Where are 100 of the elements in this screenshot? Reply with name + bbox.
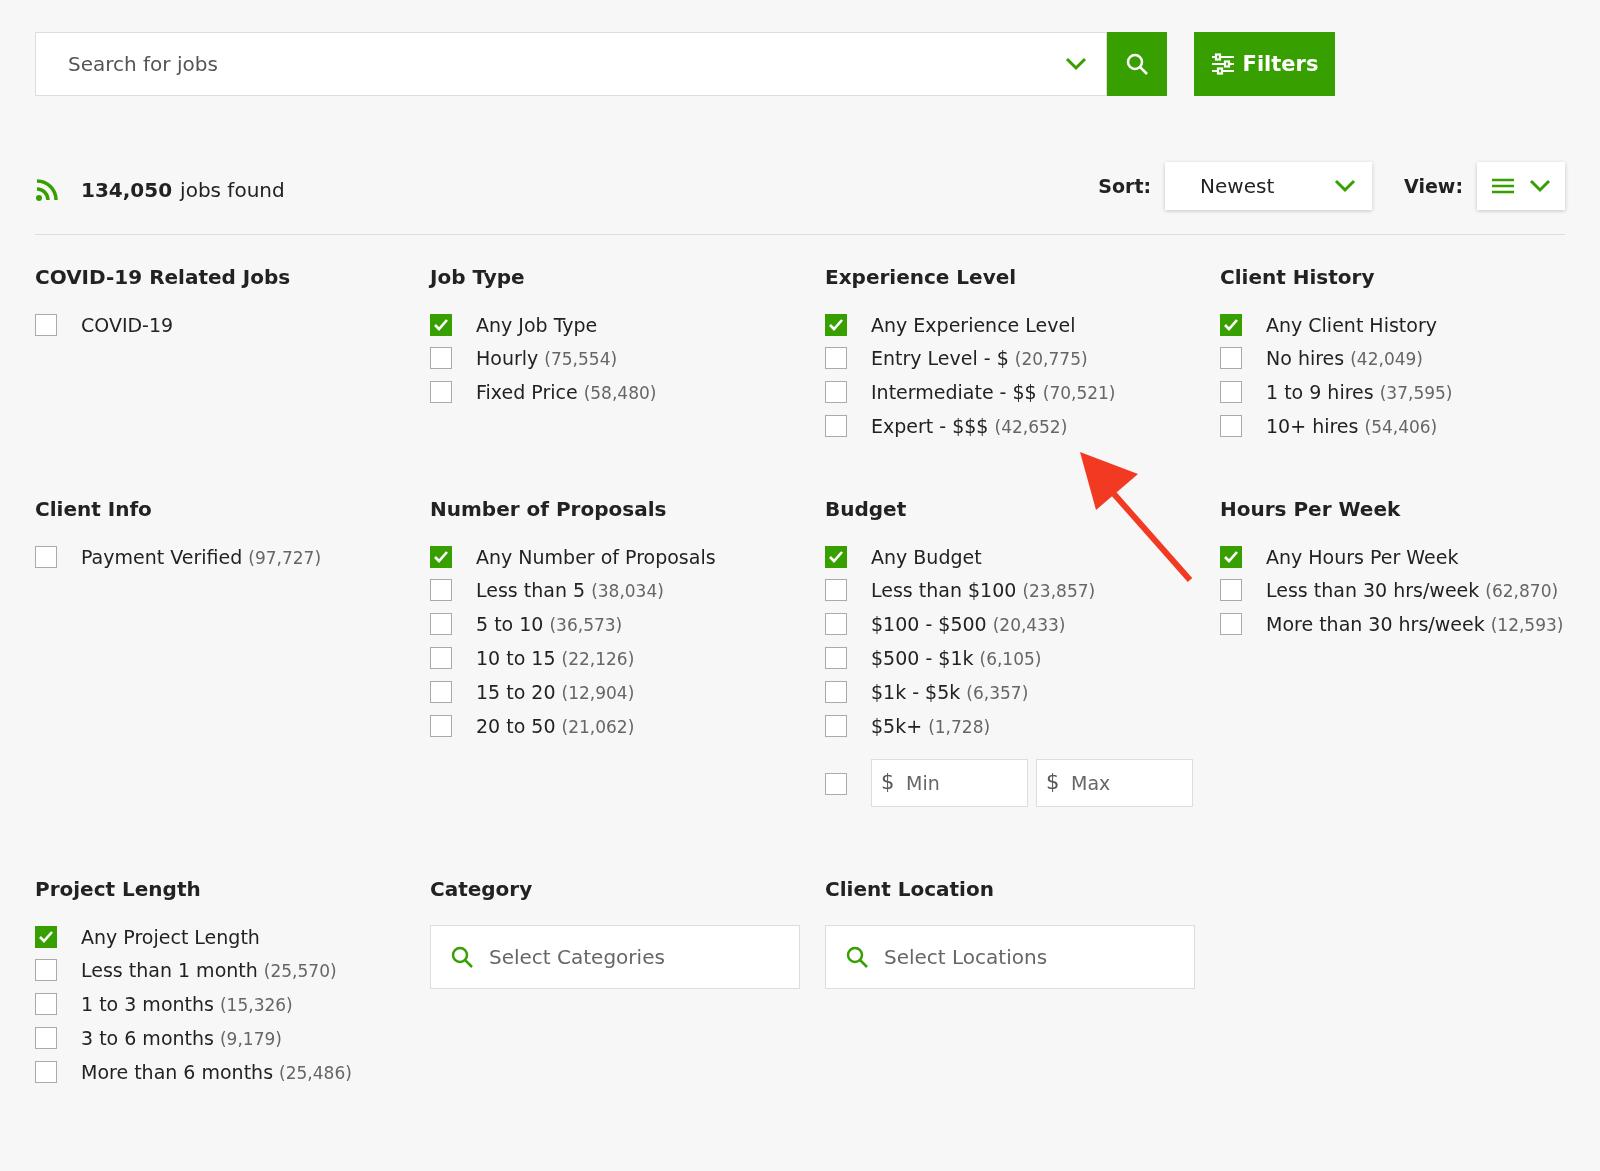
- filter-group-title: Project Length: [35, 877, 202, 901]
- select-field[interactable]: Select Locations: [825, 925, 1195, 989]
- option-label[interactable]: 3 to 6 months (9,179): [81, 1026, 282, 1051]
- checkbox[interactable]: [825, 715, 847, 737]
- search-icon: [1125, 52, 1149, 76]
- checkbox[interactable]: [825, 314, 847, 336]
- checkbox[interactable]: [825, 347, 847, 369]
- option-label[interactable]: Any Project Length: [81, 925, 260, 949]
- option-label[interactable]: No hires (42,049): [1266, 346, 1423, 371]
- option-label[interactable]: Less than $100 (23,857): [871, 578, 1096, 603]
- option-label[interactable]: Any Experience Level: [871, 313, 1076, 337]
- filter-group-title: Job Type: [430, 265, 526, 289]
- option-label[interactable]: Entry Level - $ (20,775): [871, 346, 1088, 371]
- checkbox[interactable]: [1220, 381, 1242, 403]
- checkmark-icon: [433, 550, 449, 564]
- checkbox[interactable]: [1220, 613, 1242, 635]
- checkmark-icon: [828, 318, 844, 332]
- option-label[interactable]: Any Budget: [871, 545, 982, 569]
- option-label[interactable]: Intermediate - $$ (70,521): [871, 380, 1116, 405]
- checkbox[interactable]: [430, 347, 452, 369]
- checkbox[interactable]: [430, 647, 452, 669]
- option-label[interactable]: $500 - $1k (6,105): [871, 646, 1042, 671]
- checkbox[interactable]: [430, 314, 452, 336]
- checkbox[interactable]: [430, 681, 452, 703]
- checkbox[interactable]: [825, 579, 847, 601]
- checkmark-icon: [1223, 318, 1239, 332]
- chevron-down-icon: [1065, 57, 1087, 71]
- rss-icon[interactable]: [35, 178, 59, 202]
- checkbox[interactable]: [35, 926, 57, 948]
- option-label[interactable]: Fixed Price (58,480): [476, 380, 657, 405]
- option-label[interactable]: 1 to 9 hires (37,595): [1266, 380, 1453, 405]
- checkbox[interactable]: [35, 959, 57, 981]
- option-label[interactable]: 10+ hires (54,406): [1266, 414, 1438, 439]
- option-label[interactable]: 15 to 20 (12,904): [476, 680, 635, 705]
- checkmark-icon: [38, 930, 54, 944]
- option-label[interactable]: Any Job Type: [476, 313, 598, 337]
- filter-group-title: Number of Proposals: [430, 497, 668, 521]
- option-label[interactable]: Any Number of Proposals: [476, 545, 716, 569]
- filter-group-title: Client Info: [35, 497, 153, 521]
- sort-dropdown[interactable]: Newest: [1165, 162, 1373, 210]
- checkbox[interactable]: [825, 647, 847, 669]
- currency-symbol: $: [881, 770, 895, 794]
- view-dropdown[interactable]: [1477, 162, 1565, 210]
- jobs-count: 134,050: [81, 178, 173, 202]
- option-label[interactable]: 10 to 15 (22,126): [476, 646, 635, 671]
- sliders-icon: [1210, 53, 1235, 75]
- view-label: View:: [1404, 175, 1463, 197]
- chevron-down-icon: [1334, 179, 1357, 193]
- option-label[interactable]: 5 to 10 (36,573): [476, 612, 623, 637]
- checkbox[interactable]: [35, 546, 57, 568]
- checkmark-icon: [828, 550, 844, 564]
- option-label[interactable]: 20 to 50 (21,062): [476, 714, 635, 739]
- checkbox[interactable]: [430, 579, 452, 601]
- checkbox[interactable]: [825, 546, 847, 568]
- chevron-down-icon: [1529, 179, 1551, 193]
- checkmark-icon: [1223, 550, 1239, 564]
- checkbox[interactable]: [1220, 415, 1242, 437]
- checkbox[interactable]: [430, 613, 452, 635]
- checkbox[interactable]: [825, 681, 847, 703]
- checkbox[interactable]: [825, 613, 847, 635]
- filter-group-title: Client History: [1220, 265, 1376, 289]
- checkbox[interactable]: [35, 1061, 57, 1083]
- option-label[interactable]: $5k+ (1,728): [871, 714, 991, 739]
- option-label[interactable]: Any Hours Per Week: [1266, 545, 1459, 569]
- checkbox[interactable]: [35, 993, 57, 1015]
- option-label[interactable]: Hourly (75,554): [476, 346, 618, 371]
- checkbox[interactable]: [825, 381, 847, 403]
- checkbox[interactable]: [35, 1027, 57, 1049]
- checkbox[interactable]: [825, 415, 847, 437]
- option-label[interactable]: COVID-19: [81, 313, 174, 337]
- option-label[interactable]: Any Client History: [1266, 313, 1437, 337]
- jobs-found-label: jobs found: [180, 178, 285, 202]
- search-icon: [450, 945, 474, 969]
- checkbox[interactable]: [825, 772, 847, 795]
- checkbox[interactable]: [1220, 314, 1242, 336]
- checkbox[interactable]: [430, 546, 452, 568]
- checkbox[interactable]: [35, 314, 57, 336]
- option-label[interactable]: $1k - $5k (6,357): [871, 680, 1029, 705]
- filter-group-title: Category: [430, 877, 534, 901]
- filter-group-title: Experience Level: [825, 265, 1018, 289]
- option-label[interactable]: Less than 30 hrs/week (62,870): [1266, 578, 1559, 603]
- checkbox[interactable]: [1220, 579, 1242, 601]
- select-field[interactable]: Select Categories: [430, 925, 800, 989]
- option-label[interactable]: $100 - $500 (20,433): [871, 612, 1066, 637]
- checkbox[interactable]: [430, 381, 452, 403]
- search-field[interactable]: Search for jobs: [35, 32, 1107, 96]
- option-label[interactable]: Less than 1 month (25,570): [81, 958, 337, 983]
- option-label[interactable]: Expert - $$$ (42,652): [871, 414, 1068, 439]
- option-label[interactable]: More than 30 hrs/week (12,593): [1266, 612, 1564, 637]
- search-icon: [845, 945, 869, 969]
- option-label[interactable]: Payment Verified (97,727): [81, 545, 322, 570]
- currency-symbol: $: [1046, 770, 1060, 794]
- search-button[interactable]: [1107, 32, 1167, 96]
- checkbox[interactable]: [1220, 347, 1242, 369]
- option-label[interactable]: More than 6 months (25,486): [81, 1060, 352, 1085]
- sort-label: Sort:: [1098, 175, 1152, 197]
- option-label[interactable]: 1 to 3 months (15,326): [81, 992, 293, 1017]
- checkbox[interactable]: [1220, 546, 1242, 568]
- option-label[interactable]: Less than 5 (38,034): [476, 578, 664, 603]
- checkbox[interactable]: [430, 715, 452, 737]
